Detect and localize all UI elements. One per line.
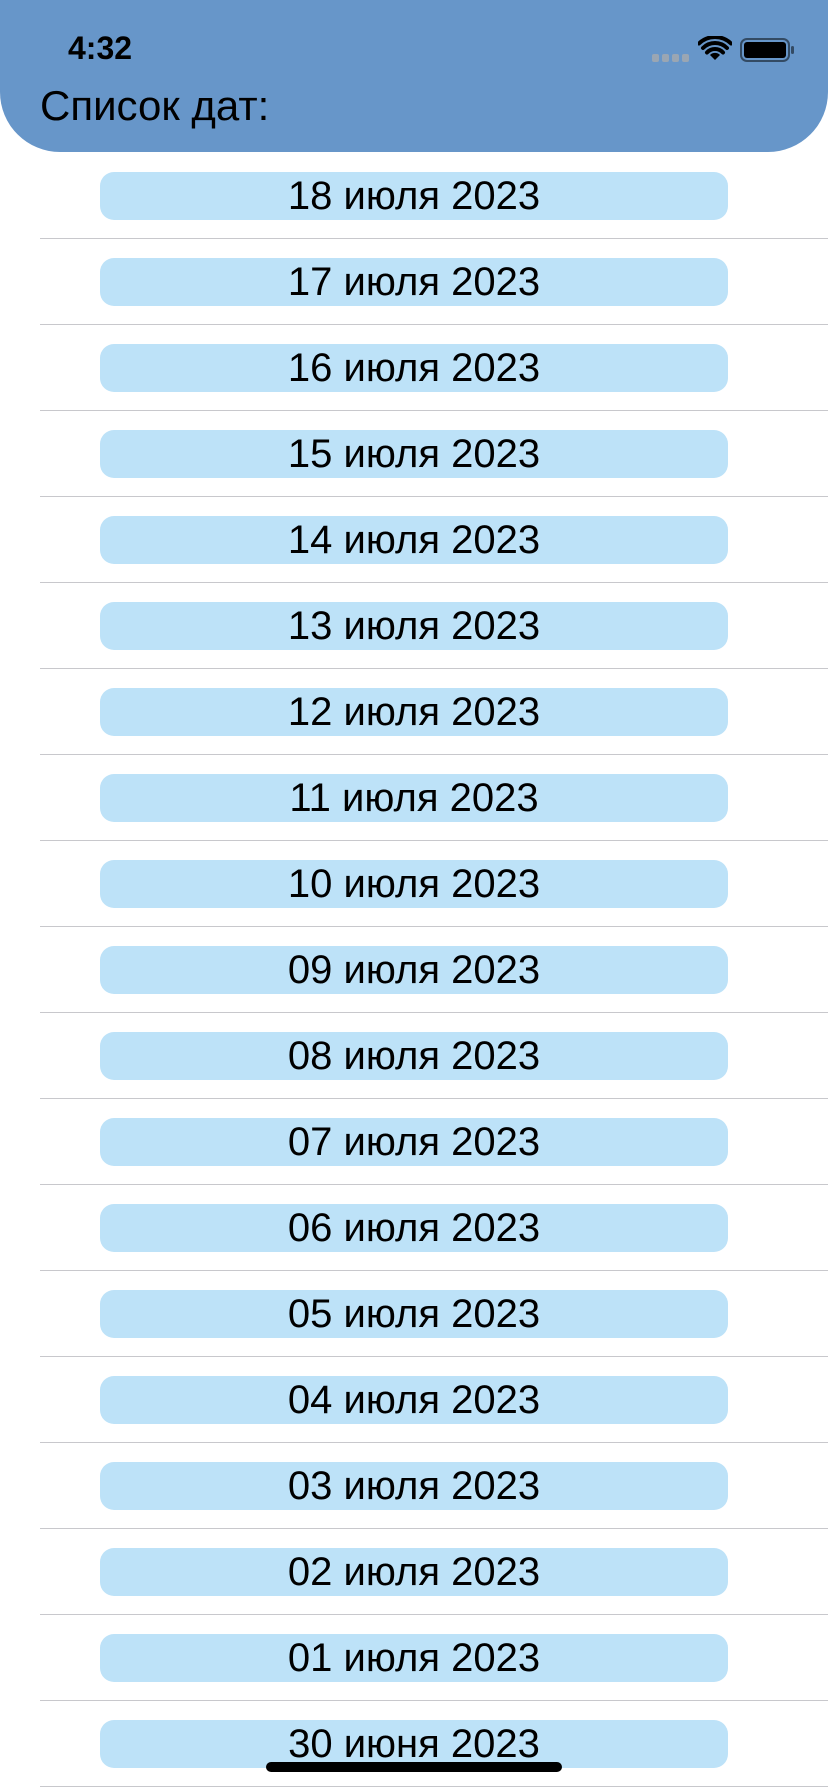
- app-screen: 4:32 Список дат: 18 июля 2023 17 июля 202…: [0, 0, 828, 1792]
- date-label[interactable]: 12 июля 2023: [100, 688, 728, 736]
- date-label[interactable]: 10 июля 2023: [100, 860, 728, 908]
- list-item[interactable]: 06 июля 2023: [0, 1184, 828, 1271]
- battery-icon: [740, 38, 794, 62]
- list-item[interactable]: 18 июля 2023: [0, 152, 828, 239]
- list-item[interactable]: 15 июля 2023: [0, 410, 828, 497]
- cellular-signal-icon: [652, 54, 689, 62]
- date-label[interactable]: 17 июля 2023: [100, 258, 728, 306]
- date-label[interactable]: 05 июля 2023: [100, 1290, 728, 1338]
- date-label[interactable]: 09 июля 2023: [100, 946, 728, 994]
- list-item[interactable]: 03 июля 2023: [0, 1442, 828, 1529]
- date-label[interactable]: 04 июля 2023: [100, 1376, 728, 1424]
- date-label[interactable]: 01 июля 2023: [100, 1634, 728, 1682]
- date-list[interactable]: 18 июля 2023 17 июля 2023 16 июля 2023 15 и…: [0, 152, 828, 1787]
- list-item[interactable]: 10 июля 2023: [0, 840, 828, 927]
- status-time: 4:32: [68, 30, 133, 66]
- date-label[interactable]: 02 июля 2023: [100, 1548, 728, 1596]
- header-bar: 4:32 Список дат:: [0, 0, 828, 152]
- date-label[interactable]: 14 июля 2023: [100, 516, 728, 564]
- list-item[interactable]: 08 июля 2023: [0, 1012, 828, 1099]
- list-item[interactable]: 09 июля 2023: [0, 926, 828, 1013]
- date-label[interactable]: 07 июля 2023: [100, 1118, 728, 1166]
- date-label[interactable]: 16 июля 2023: [100, 344, 728, 392]
- home-indicator[interactable]: [266, 1762, 562, 1772]
- date-label[interactable]: 15 июля 2023: [100, 430, 728, 478]
- date-label[interactable]: 03 июля 2023: [100, 1462, 728, 1510]
- list-item[interactable]: 07 июля 2023: [0, 1098, 828, 1185]
- list-item[interactable]: 11 июля 2023: [0, 754, 828, 841]
- list-item[interactable]: 04 июля 2023: [0, 1356, 828, 1443]
- date-label[interactable]: 11 июля 2023: [100, 774, 728, 822]
- wifi-icon: [698, 36, 732, 60]
- list-item[interactable]: 05 июля 2023: [0, 1270, 828, 1357]
- list-item[interactable]: 30 июня 2023: [0, 1700, 828, 1787]
- list-item[interactable]: 16 июля 2023: [0, 324, 828, 411]
- list-item[interactable]: 17 июля 2023: [0, 238, 828, 325]
- date-label[interactable]: 13 июля 2023: [100, 602, 728, 650]
- list-item[interactable]: 12 июля 2023: [0, 668, 828, 755]
- list-item[interactable]: 14 июля 2023: [0, 496, 828, 583]
- date-label[interactable]: 06 июля 2023: [100, 1204, 728, 1252]
- list-item[interactable]: 13 июля 2023: [0, 582, 828, 669]
- date-label[interactable]: 30 июня 2023: [100, 1720, 728, 1768]
- date-label[interactable]: 18 июля 2023: [100, 172, 728, 220]
- list-item[interactable]: 01 июля 2023: [0, 1614, 828, 1701]
- page-title: Список дат:: [40, 82, 270, 129]
- date-label[interactable]: 08 июля 2023: [100, 1032, 728, 1080]
- list-item[interactable]: 02 июля 2023: [0, 1528, 828, 1615]
